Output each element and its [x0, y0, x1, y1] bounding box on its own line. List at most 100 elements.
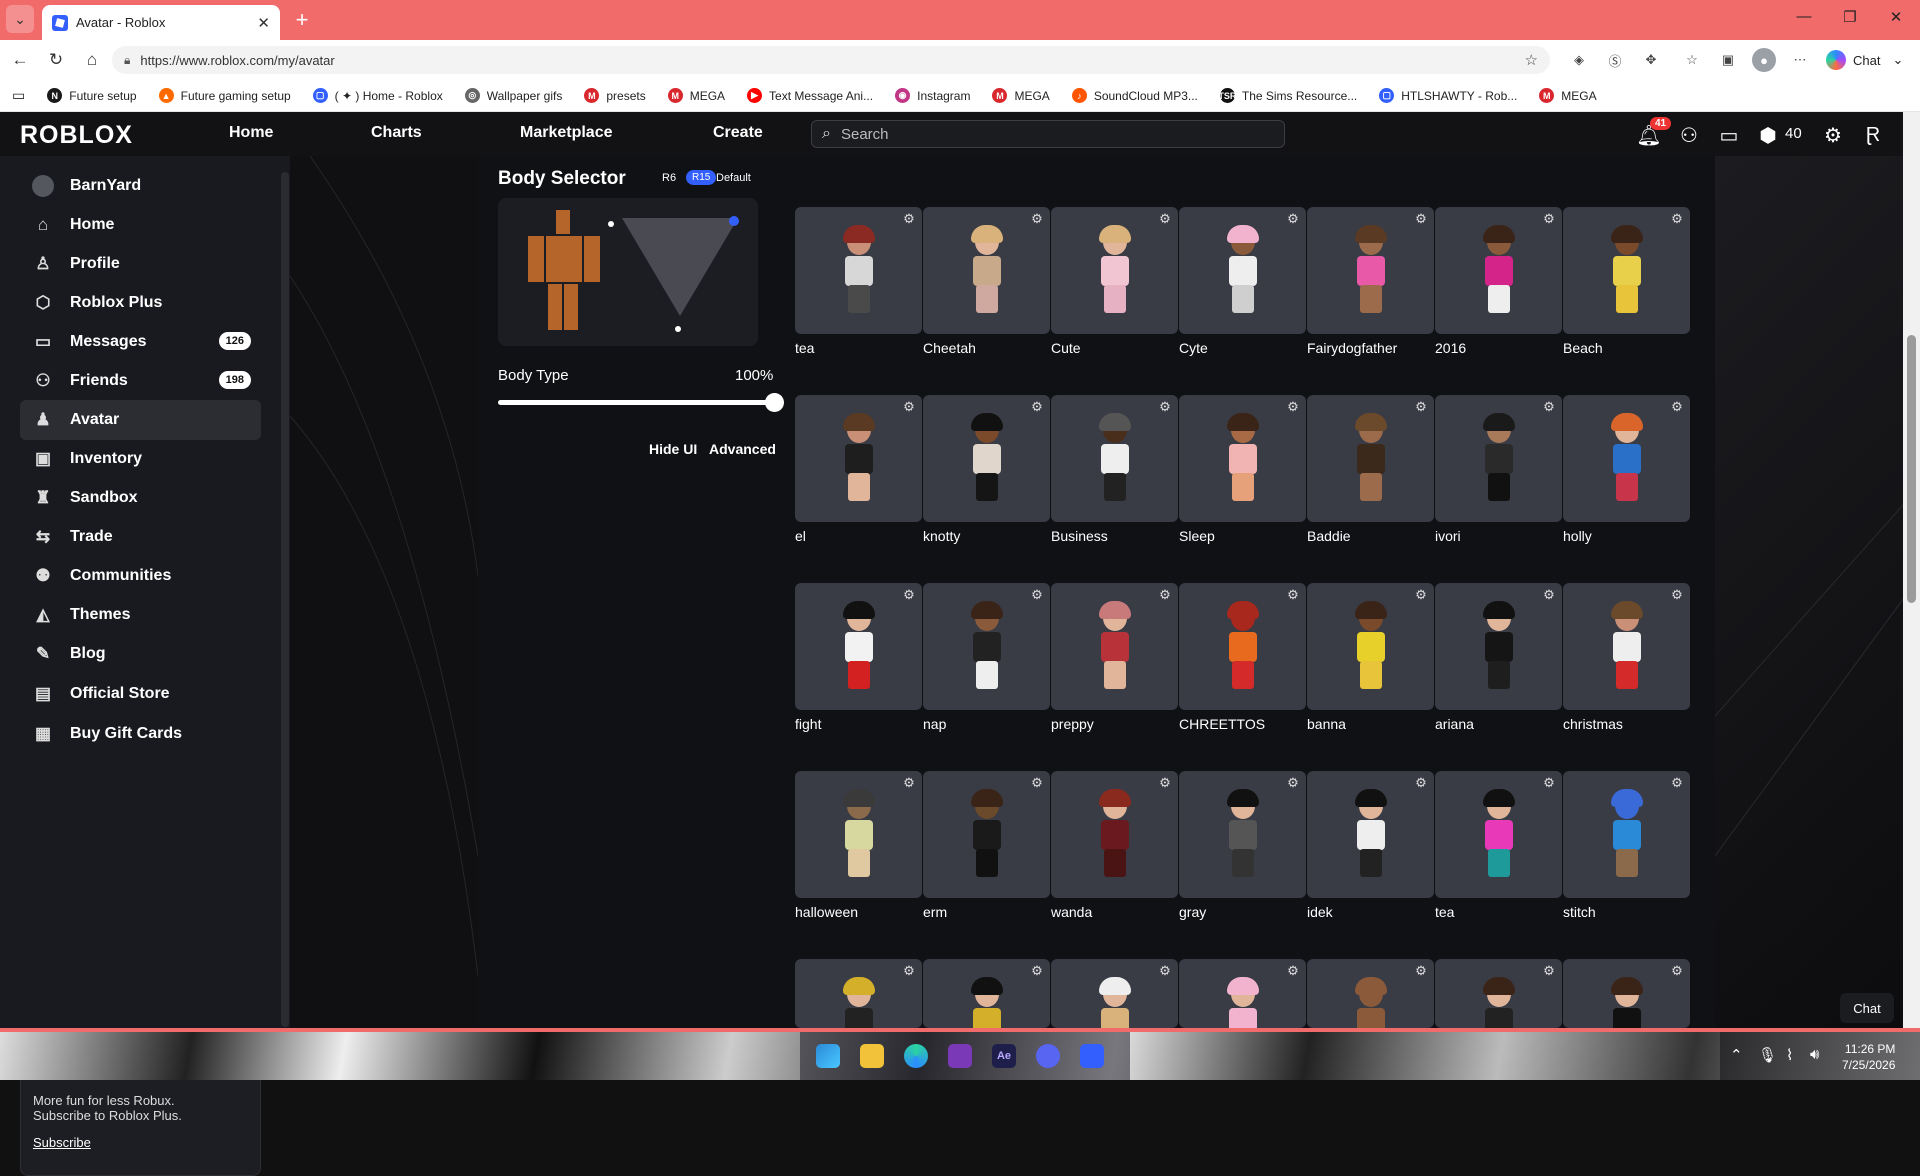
bookmark-item[interactable]: Mpresets: [584, 88, 646, 103]
outfit-settings-gear-icon[interactable]: ⚙: [1542, 964, 1556, 978]
outfit-card[interactable]: ⚙: [1179, 395, 1306, 522]
bookmark-item[interactable]: ▶ Text Message Ani...: [747, 88, 873, 103]
outfit-settings-gear-icon[interactable]: ⚙: [1542, 400, 1556, 414]
outfit-name[interactable]: ivori: [1435, 528, 1461, 544]
sidebar-item-roblox-plus[interactable]: ⬡ Roblox Plus: [20, 283, 261, 323]
outfit-settings-gear-icon[interactable]: ⚙: [902, 776, 916, 790]
bookmark-item[interactable]: N Future setup: [47, 88, 137, 103]
outfit-name[interactable]: gray: [1179, 904, 1206, 920]
bookmark-item[interactable]: ♪ SoundCloud MP3...: [1071, 88, 1198, 103]
settings-gear-icon[interactable]: ⚙: [1820, 122, 1846, 148]
bookmark-item[interactable]: ▲ Future gaming setup: [158, 88, 291, 103]
outfit-name[interactable]: tea: [795, 340, 814, 356]
outfit-name[interactable]: halloween: [795, 904, 858, 920]
outfit-name[interactable]: idek: [1307, 904, 1333, 920]
outfit-name[interactable]: Baddie: [1307, 528, 1351, 544]
outfit-settings-gear-icon[interactable]: ⚙: [1414, 964, 1428, 978]
outfit-card[interactable]: ⚙: [1179, 583, 1306, 710]
outfit-settings-gear-icon[interactable]: ⚙: [1542, 776, 1556, 790]
bookmark-item[interactable]: M MEGA: [1539, 88, 1597, 103]
more-options-icon[interactable]: ⋯: [1788, 48, 1812, 72]
body-proportion-selector[interactable]: [498, 198, 758, 346]
sidebar-item-trade[interactable]: ⇆ Trade: [20, 517, 261, 557]
nav-charts[interactable]: Charts: [371, 124, 422, 142]
outfit-name[interactable]: Cyte: [1179, 340, 1208, 356]
outfit-settings-gear-icon[interactable]: ⚙: [1158, 776, 1172, 790]
outfit-card[interactable]: ⚙: [1435, 959, 1562, 1028]
outfit-card[interactable]: ⚙: [795, 771, 922, 898]
chat-float-button[interactable]: Chat: [1840, 993, 1894, 1023]
outfit-name[interactable]: 2016: [1435, 340, 1466, 356]
advanced-button[interactable]: Advanced: [709, 441, 776, 457]
bookmark-item[interactable]: ▢ HTLSHAWTY - Rob...: [1379, 88, 1517, 103]
rig-r15-option[interactable]: R15: [686, 170, 717, 185]
outfit-settings-gear-icon[interactable]: ⚙: [1670, 588, 1684, 602]
volume-icon[interactable]: 🔊︎: [1810, 1046, 1819, 1063]
roblox-logo[interactable]: ROBLOX: [20, 121, 133, 150]
sidebar-item-communities[interactable]: ⚉ Communities: [20, 556, 261, 596]
minimize-window-button[interactable]: —: [1784, 8, 1824, 25]
outfit-name[interactable]: Sleep: [1179, 528, 1215, 544]
outfit-card[interactable]: ⚙: [1307, 771, 1434, 898]
taskbar-clock[interactable]: 11:26 PM 7/25/2026: [1842, 1041, 1895, 1073]
windows-start-icon[interactable]: [816, 1044, 840, 1068]
refresh-icon[interactable]: ↻: [40, 44, 72, 76]
outfit-settings-gear-icon[interactable]: ⚙: [1030, 212, 1044, 226]
roblox-extension-icon[interactable]: ◈: [1567, 48, 1591, 72]
outfit-card[interactable]: ⚙: [1563, 583, 1690, 710]
outfit-name[interactable]: el: [795, 528, 806, 544]
microphone-icon[interactable]: 🎙︎: [1758, 1046, 1777, 1064]
sidebar-scrollbar[interactable]: [281, 172, 289, 1027]
outfit-card[interactable]: ⚙: [1051, 395, 1178, 522]
outfit-settings-gear-icon[interactable]: ⚙: [1158, 588, 1172, 602]
outfit-card[interactable]: ⚙: [795, 395, 922, 522]
sidebar-item-avatar[interactable]: ♟ Avatar: [20, 400, 261, 440]
outfit-name[interactable]: erm: [923, 904, 947, 920]
outfit-name[interactable]: banna: [1307, 716, 1346, 732]
outfit-card[interactable]: ⚙: [1563, 959, 1690, 1028]
outfit-card[interactable]: ⚙: [1435, 395, 1562, 522]
nav-marketplace[interactable]: Marketplace: [520, 124, 613, 142]
outfit-name[interactable]: holly: [1563, 528, 1592, 544]
outfit-name[interactable]: Cute: [1051, 340, 1081, 356]
outfit-name[interactable]: ariana: [1435, 716, 1474, 732]
profile-avatar-icon[interactable]: ●: [1752, 48, 1776, 72]
new-tab-button[interactable]: +: [288, 7, 316, 33]
outfit-card[interactable]: ⚙: [1051, 583, 1178, 710]
reading-list-icon[interactable]: ▭: [12, 87, 25, 104]
robux-balance[interactable]: 40: [1785, 125, 1802, 142]
outfit-settings-gear-icon[interactable]: ⚙: [1030, 400, 1044, 414]
back-arrow-icon[interactable]: ←: [4, 44, 36, 76]
file-explorer-icon[interactable]: [860, 1044, 884, 1068]
outfit-settings-gear-icon[interactable]: ⚙: [1030, 588, 1044, 602]
bookmark-item[interactable]: M MEGA: [992, 88, 1050, 103]
outfit-card[interactable]: ⚙: [1051, 207, 1178, 334]
home-icon[interactable]: ⌂: [76, 44, 108, 76]
friends-icon[interactable]: ⚇: [1676, 122, 1702, 148]
outfit-name[interactable]: stitch: [1563, 904, 1596, 920]
outfit-settings-gear-icon[interactable]: ⚙: [1158, 964, 1172, 978]
sidebar-item-buy-gift-cards[interactable]: ▦ Buy Gift Cards: [20, 714, 261, 754]
outfit-card[interactable]: ⚙: [795, 207, 922, 334]
outfit-settings-gear-icon[interactable]: ⚙: [1542, 588, 1556, 602]
copilot-chat-button[interactable]: Chat ⌄: [1826, 47, 1903, 73]
outfit-settings-gear-icon[interactable]: ⚙: [1670, 212, 1684, 226]
outfit-settings-gear-icon[interactable]: ⚙: [1286, 964, 1300, 978]
bookmark-item[interactable]: ◉ Instagram: [895, 88, 970, 103]
restore-window-button[interactable]: ❐: [1830, 8, 1870, 26]
sidebar-item-friends[interactable]: ⚇ Friends 198: [20, 361, 261, 401]
outfit-settings-gear-icon[interactable]: ⚙: [1030, 964, 1044, 978]
outfit-settings-gear-icon[interactable]: ⚙: [1542, 212, 1556, 226]
outfit-card[interactable]: ⚙: [1307, 207, 1434, 334]
outfit-card[interactable]: ⚙: [1435, 583, 1562, 710]
show-hidden-icons-icon[interactable]: ⌃: [1730, 1046, 1743, 1064]
edge-browser-icon[interactable]: [904, 1044, 928, 1068]
outfit-card[interactable]: ⚙: [795, 583, 922, 710]
outfit-name[interactable]: tea: [1435, 904, 1454, 920]
outfit-name[interactable]: Fairydogfather: [1307, 340, 1397, 356]
address-bar[interactable]: 🔒︎ https://www.roblox.com/my/avatar ☆: [112, 46, 1550, 74]
app-icon-purple[interactable]: [948, 1044, 972, 1068]
outfit-settings-gear-icon[interactable]: ⚙: [1670, 776, 1684, 790]
nav-create[interactable]: Create: [713, 124, 763, 142]
browser-tab-active[interactable]: Avatar - Roblox ✕: [42, 5, 280, 40]
